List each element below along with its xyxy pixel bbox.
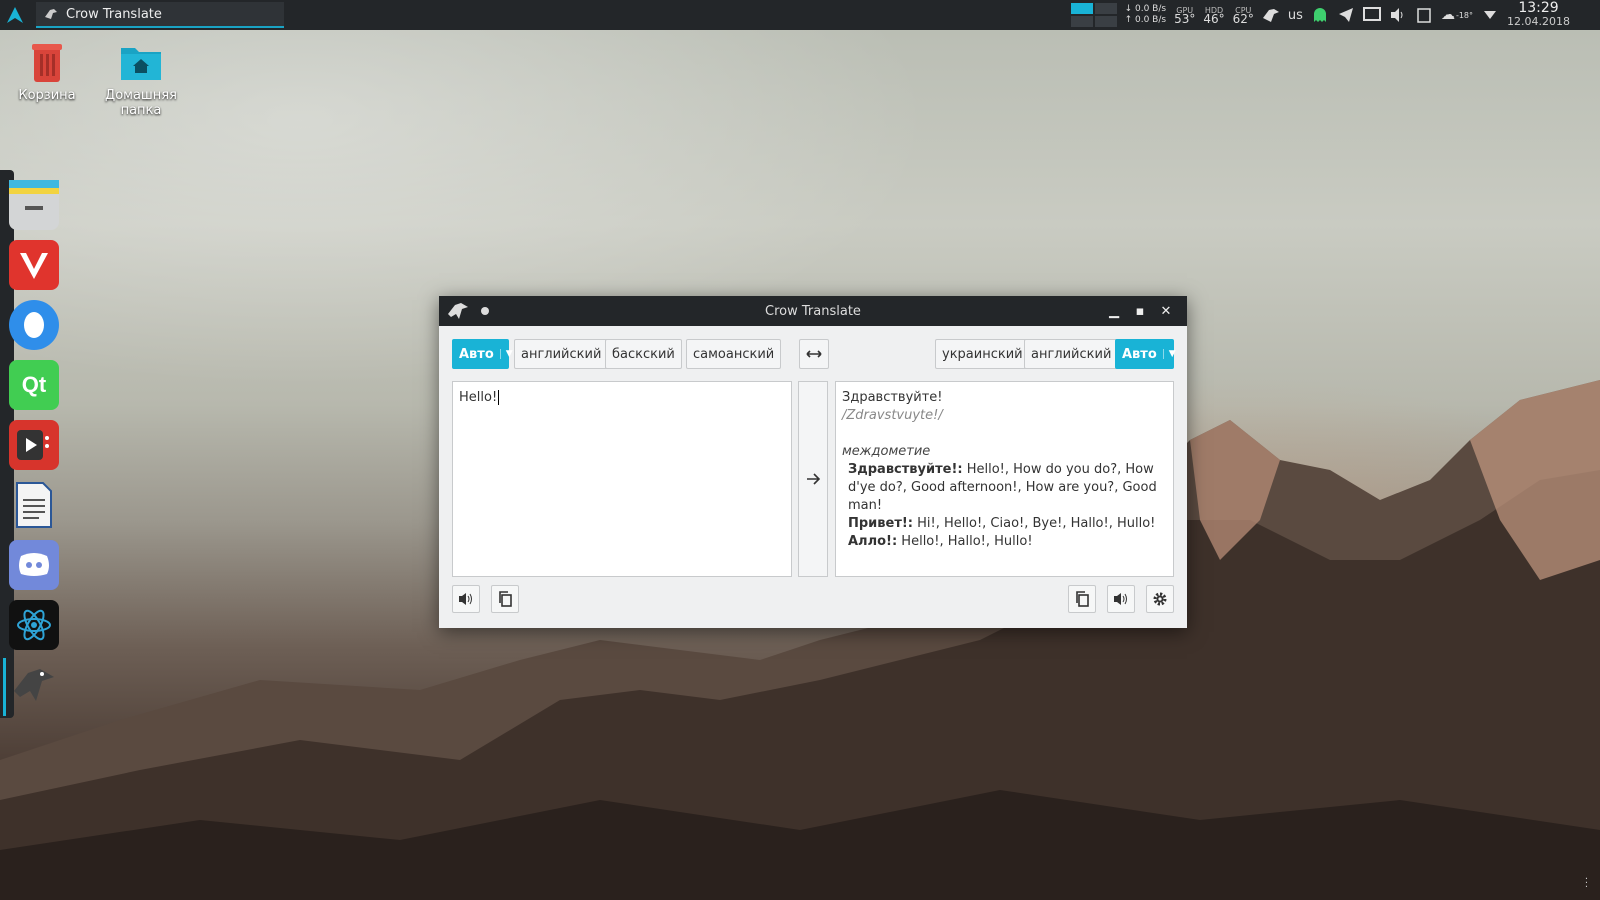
dock-writer-app[interactable] [9,480,59,530]
source-lang-english-button[interactable]: английский [514,339,609,369]
dock-atom-app[interactable] [9,600,59,650]
window-title: Crow Translate [765,303,861,319]
dock-discord-app[interactable] [9,540,59,590]
virtual-desktop-pager[interactable] [1070,3,1117,27]
volume-icon[interactable] [1389,6,1407,24]
source-text: Hello! [459,390,498,405]
dictionary-entry: Привет!: Hi!, Hello!, Ciao!, Bye!, Hallo… [848,516,1156,531]
app-launcher-button[interactable] [0,0,30,30]
up-arrow-icon: ↑ [1124,15,1135,25]
source-lang-basque-button[interactable]: баскский [605,339,682,369]
speaker-icon [459,593,472,605]
crow-tray-icon[interactable] [1262,6,1280,24]
settings-button[interactable] [1146,585,1174,613]
vivaldi-icon [20,253,48,279]
keyboard-layout[interactable]: us [1288,8,1303,23]
hdd-temp: HDD 46° [1203,6,1225,26]
dock-crow-translate-app[interactable] [9,660,59,710]
window-titlebar[interactable]: Crow Translate ▁ ▪ ✕ [439,296,1187,326]
dock-video-player-app[interactable] [9,420,59,470]
desktop-home-folder[interactable]: Домашняя папка [98,40,184,118]
dock-files-app[interactable] [9,180,59,230]
dropdown-arrow-icon[interactable]: ▼ [1162,349,1176,359]
source-lang-auto-button[interactable]: Авто ▼ [452,339,513,369]
home-folder-label: Домашняя папка [105,88,177,118]
trash-label: Корзина [18,88,76,103]
translation-main: Здравствуйте! [842,390,943,405]
source-copy-button[interactable] [491,585,519,613]
crow-translate-window: Crow Translate ▁ ▪ ✕ Авто ▼ английский ба… [439,296,1187,628]
trash-icon [32,44,62,82]
ghost-icon[interactable] [1311,6,1329,24]
clipboard-icon[interactable] [1415,6,1433,24]
weather-icon[interactable]: ☁ -18° [1441,6,1473,24]
document-icon [16,482,52,528]
display-icon[interactable] [1362,6,1381,24]
dock-qt-creator-app[interactable]: Qt [9,360,59,410]
close-button[interactable]: ✕ [1153,296,1179,326]
arch-logo-icon [7,7,23,23]
source-lang-samoan-button[interactable]: самоанский [686,339,782,369]
network-speed: ↓ 0.0 B/s ↑ 0.0 B/s [1125,4,1166,26]
gpu-temp: GPU 53° [1174,6,1196,26]
bubble-icon [24,312,44,338]
system-tray: ↓ 0.0 B/s ↑ 0.0 B/s GPU 53° HDD 46° CPU 62°… [1070,0,1600,30]
source-speak-button[interactable] [452,585,480,613]
copy-icon [1076,591,1089,607]
translation-output[interactable]: Здравствуйте! /Zdravstvuyte!/ междометие… [835,381,1174,577]
copy-icon [499,591,512,607]
net-up: 0.0 B/s [1135,15,1167,25]
dock-vivaldi-app[interactable] [9,240,59,290]
cpu-temp: CPU 62° [1232,6,1254,26]
telegram-icon[interactable] [1337,6,1355,24]
clock[interactable]: 13:29 12.04.2018 [1507,0,1570,28]
arrow-right-icon [807,473,820,485]
atom-icon [17,609,51,641]
dictionary-entry: Алло!: Hello!, Hallo!, Hullo! [848,534,1033,549]
transliteration: /Zdravstvuyte!/ [842,408,943,423]
dictionary-entry: Здравствуйте!: Hello!, How do you do?, H… [848,462,1157,513]
tray-expand-icon[interactable] [1481,6,1499,24]
taskbar-task-crow-translate[interactable]: Crow Translate [36,2,284,28]
net-down: 0.0 B/s [1135,4,1167,14]
maximize-button[interactable]: ▪ [1127,296,1153,326]
discord-icon [19,553,49,576]
translation-copy-button[interactable] [1068,585,1096,613]
file-manager-icon [9,180,59,210]
part-of-speech: междометие [842,444,931,459]
target-lang-ukrainian-button[interactable]: украинский [935,339,1030,369]
crow-icon [45,9,57,19]
qt-icon: Qt [21,372,47,397]
clock-date: 12.04.2018 [1507,15,1570,28]
gear-icon [1153,592,1167,606]
translate-button[interactable] [798,381,828,577]
target-lang-english-button[interactable]: английский [1024,339,1119,369]
clock-time: 13:29 [1518,0,1559,16]
home-folder-icon [121,48,161,80]
more-options-icon[interactable]: · · · [1585,875,1588,893]
dock-messenger-app[interactable] [9,300,59,350]
translation-speak-button[interactable] [1107,585,1135,613]
minimize-button[interactable]: ▁ [1101,296,1127,326]
source-text-input[interactable]: Hello! [452,381,792,577]
swap-languages-button[interactable] [799,339,829,369]
desktop-trash[interactable]: Корзина [4,40,90,103]
speaker-icon [1114,593,1127,605]
swap-arrows-icon [806,350,822,358]
task-title: Crow Translate [66,6,162,22]
target-lang-auto-button[interactable]: Авто ▼ [1115,339,1176,369]
video-play-icon [17,430,49,460]
down-arrow-icon: ↓ [1124,4,1135,14]
dropdown-arrow-icon[interactable]: ▼ [499,349,513,359]
top-panel: Crow Translate ↓ 0.0 B/s ↑ 0.0 B/s GPU 53… [0,0,1600,30]
crow-icon [14,669,54,701]
